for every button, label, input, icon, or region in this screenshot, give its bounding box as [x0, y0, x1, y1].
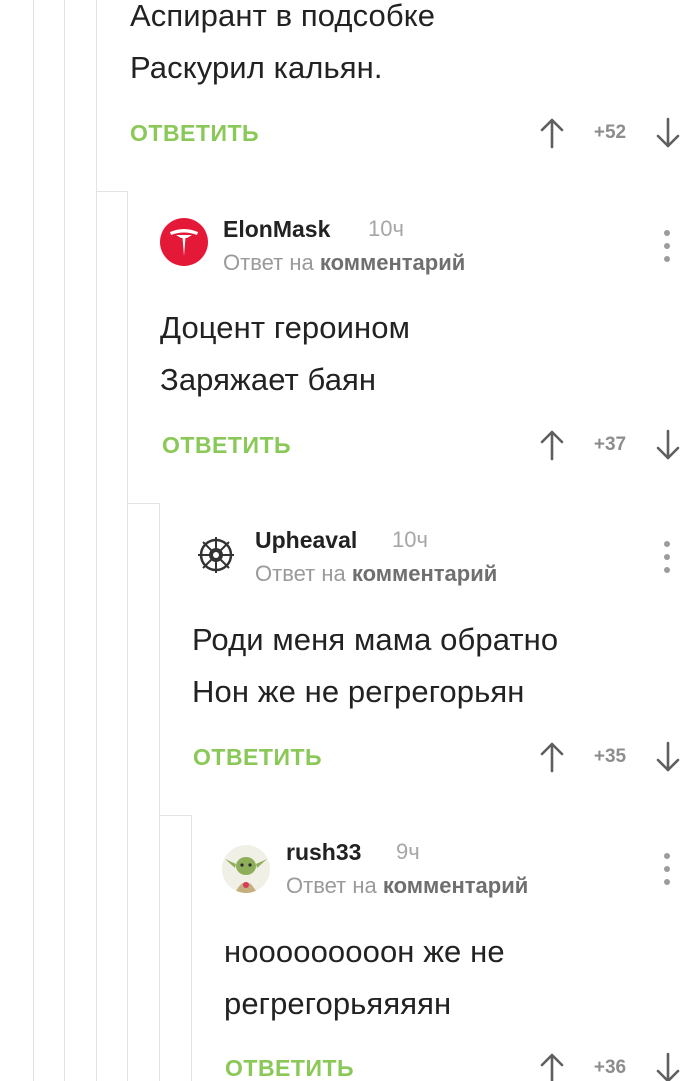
reply-button[interactable]: ОТВЕТИТЬ	[225, 1048, 354, 1081]
thread-branch	[159, 815, 192, 816]
reply-to-label: Ответ на комментарий	[286, 871, 528, 901]
thread-line	[96, 0, 97, 1081]
more-options-icon[interactable]	[657, 226, 677, 266]
reply-to-link[interactable]: комментарий	[383, 873, 528, 898]
comment-score: +35	[593, 746, 627, 767]
reply-to-label: Ответ на комментарий	[255, 559, 497, 589]
comment-time: 9ч	[396, 839, 420, 864]
comment-line: Аспирант в подсобке	[130, 0, 436, 33]
reply-to-label: Ответ на комментарий	[223, 248, 465, 278]
comment-line: Нон же не регрегорьян	[192, 674, 525, 709]
reply-to-link[interactable]: комментарий	[320, 250, 465, 275]
downvote-arrow-icon[interactable]	[654, 1052, 682, 1081]
comment-line: Заряжает баян	[160, 362, 377, 397]
comment-line: нооооооооон же не	[224, 934, 505, 969]
comments-thread: Аспирант в подсобке Раскурил кальян. ОТВ…	[0, 0, 700, 1081]
downvote-arrow-icon[interactable]	[654, 741, 682, 773]
reply-to-prefix: Ответ на	[286, 873, 377, 898]
upvote-arrow-icon[interactable]	[538, 1052, 566, 1081]
comment-header: ElonMask 10ч Ответ на комментарий	[160, 214, 690, 284]
reply-to-prefix: Ответ на	[223, 250, 314, 275]
comment-time: 10ч	[392, 527, 428, 552]
thread-line	[127, 192, 128, 1081]
comment-line: регрегорьяяяян	[224, 986, 452, 1021]
comment-score: +37	[593, 434, 627, 455]
thread-branch	[127, 503, 160, 504]
comment-header: rush33 9ч Ответ на комментарий	[222, 837, 690, 907]
comment-score: +36	[593, 1057, 627, 1078]
emblem-icon[interactable]	[192, 531, 240, 579]
comment-line: Доцент героином	[160, 310, 410, 345]
reply-to-link[interactable]: комментарий	[352, 561, 497, 586]
reply-to-prefix: Ответ на	[255, 561, 346, 586]
comment-actions: ОТВЕТИТЬ +37	[162, 425, 690, 465]
upvote-arrow-icon[interactable]	[538, 117, 566, 149]
more-options-icon[interactable]	[657, 537, 677, 577]
comment-username[interactable]: ElonMask	[223, 214, 330, 244]
upvote-arrow-icon[interactable]	[538, 429, 566, 461]
thread-line	[159, 504, 160, 1081]
comment-text: Доцент героином Заряжает баян	[160, 302, 410, 406]
comment-text: нооооооооон же не регрегорьяяяян	[224, 926, 505, 1030]
comment-line: Роди меня мама обратно	[192, 622, 559, 657]
comment-actions: ОТВЕТИТЬ +52	[130, 113, 690, 153]
comment-actions: ОТВЕТИТЬ +36	[225, 1048, 690, 1081]
thread-branch	[96, 191, 128, 192]
reply-button[interactable]: ОТВЕТИТЬ	[162, 425, 291, 465]
upvote-arrow-icon[interactable]	[538, 741, 566, 773]
thread-line	[191, 816, 192, 1081]
downvote-arrow-icon[interactable]	[654, 117, 682, 149]
thread-line	[64, 0, 65, 1081]
comment-time: 10ч	[368, 216, 404, 241]
comment-username[interactable]: rush33	[286, 837, 361, 867]
tesla-logo-icon[interactable]	[160, 218, 208, 266]
more-options-icon[interactable]	[657, 849, 677, 889]
reply-button[interactable]: ОТВЕТИТЬ	[193, 737, 322, 777]
comment-line: Раскурил кальян.	[130, 50, 383, 85]
reply-button[interactable]: ОТВЕТИТЬ	[130, 113, 259, 153]
comment-text: Аспирант в подсобке Раскурил кальян.	[130, 0, 435, 94]
comment-text: Роди меня мама обратно Нон же не регрего…	[192, 614, 558, 718]
yoda-icon[interactable]	[222, 845, 270, 893]
comment-actions: ОТВЕТИТЬ +35	[193, 737, 690, 777]
comment-score: +52	[593, 122, 627, 143]
downvote-arrow-icon[interactable]	[654, 429, 682, 461]
comment-header: Upheaval 10ч Ответ на комментарий	[192, 525, 690, 595]
thread-line	[33, 0, 34, 1081]
comment-username[interactable]: Upheaval	[255, 525, 357, 555]
